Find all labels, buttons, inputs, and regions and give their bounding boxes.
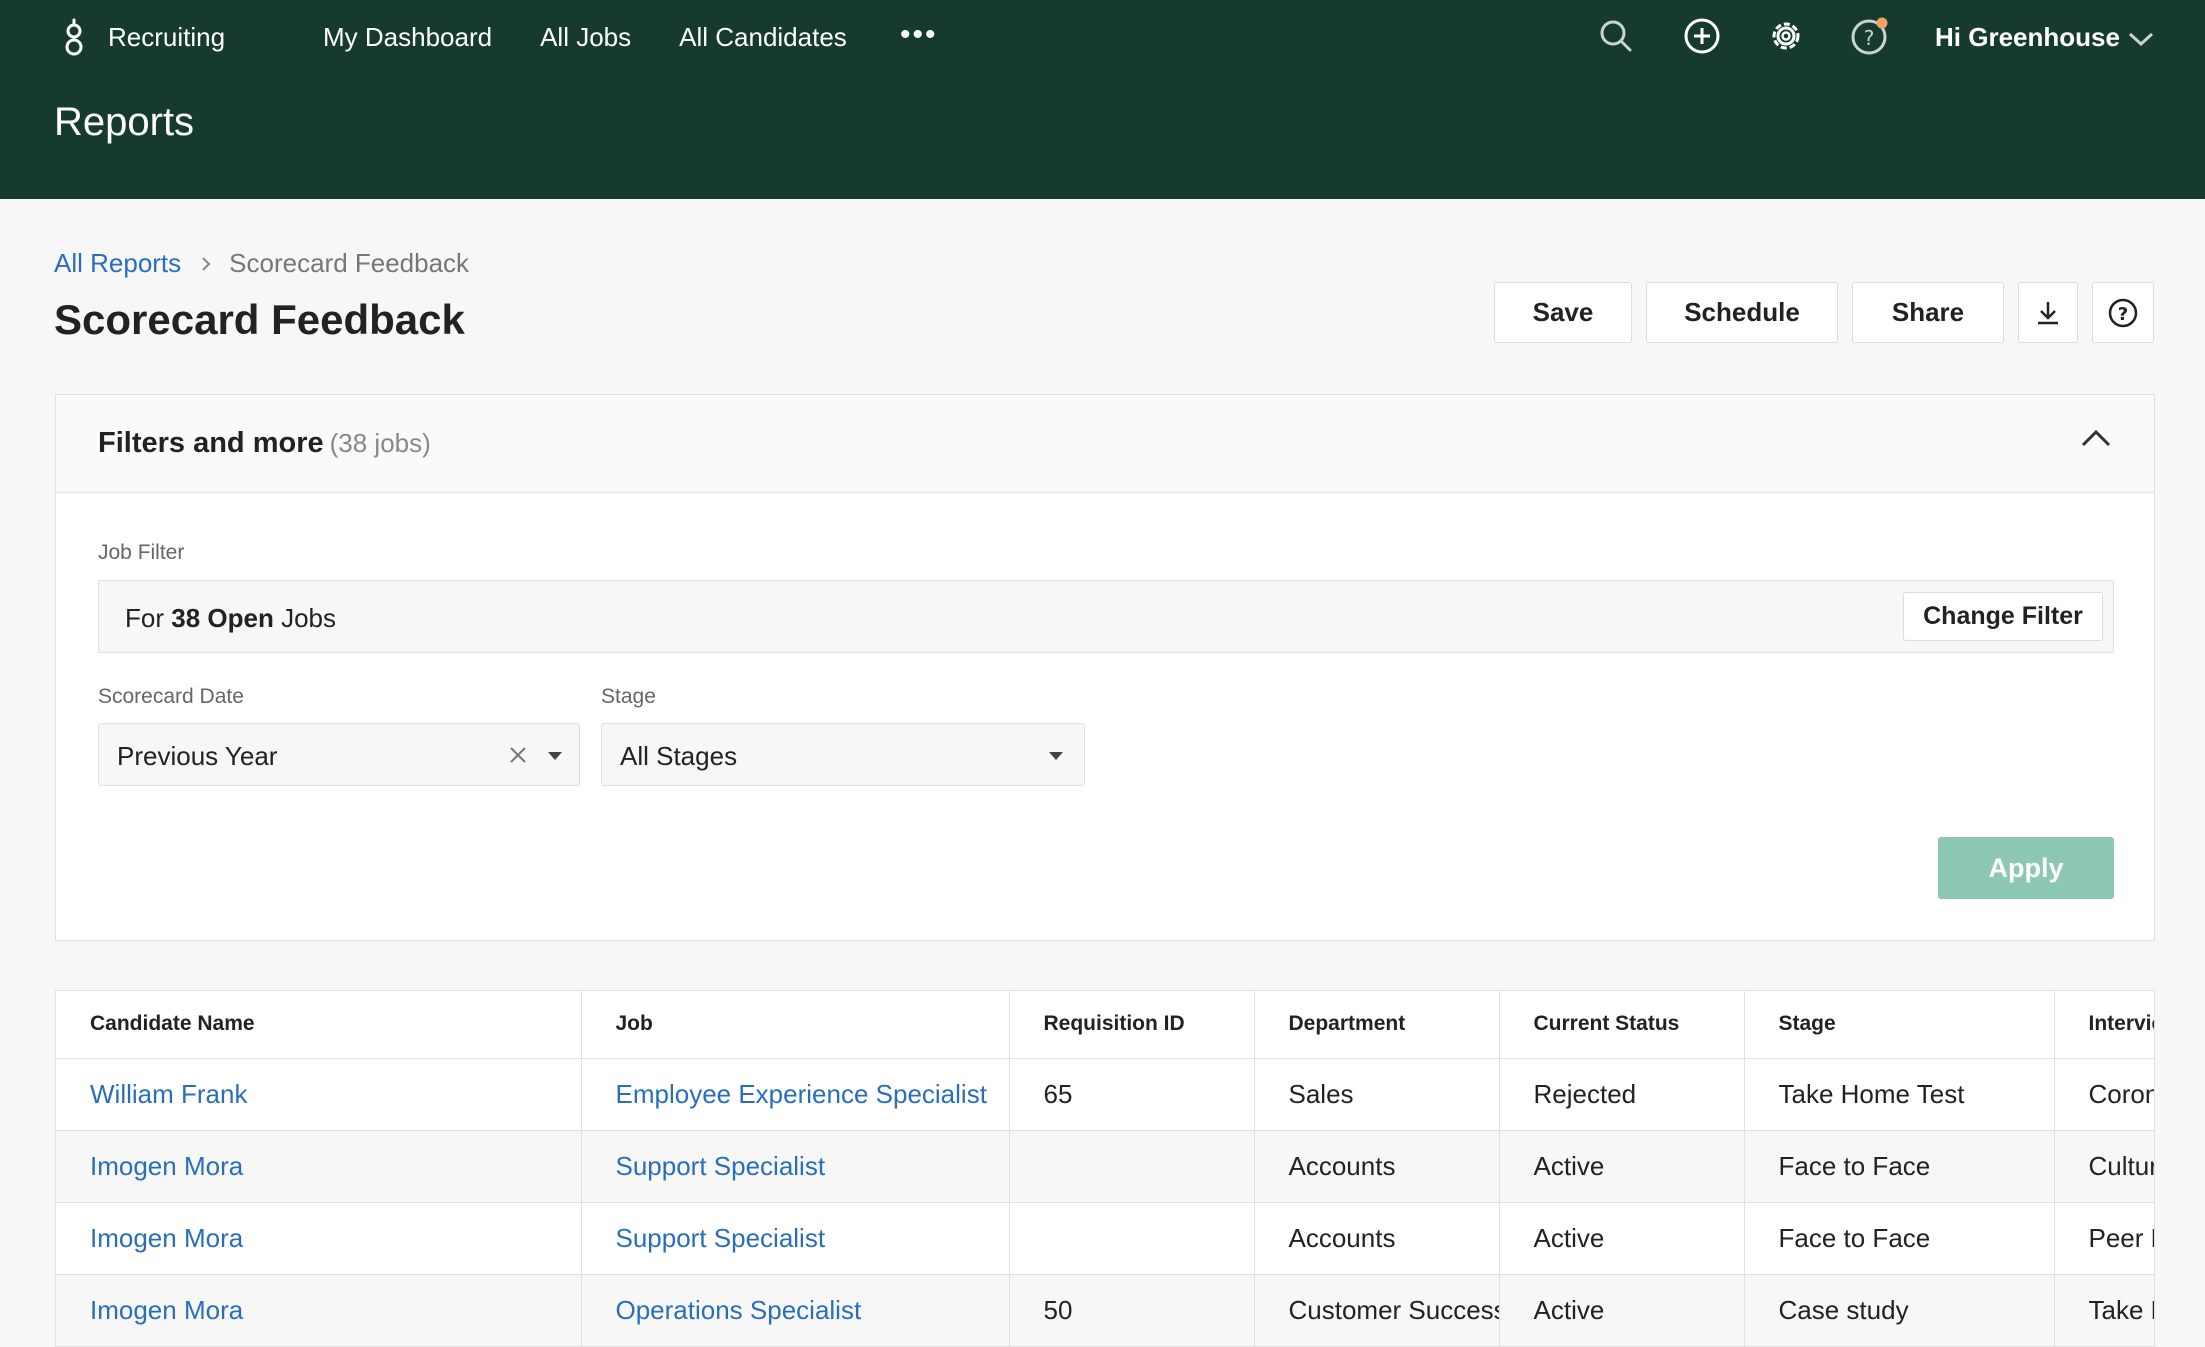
interview-cell: Take Home: [2054, 1274, 2154, 1347]
nav-all-jobs[interactable]: All Jobs: [540, 22, 631, 53]
table-row: Imogen Mora Support Specialist Accounts …: [56, 1202, 2154, 1275]
job-filter-box: For 38 Open Jobs Change Filter: [98, 580, 2114, 653]
page-title: Scorecard Feedback: [54, 296, 465, 343]
caret-down-icon: [1049, 752, 1063, 760]
add-icon[interactable]: [1682, 16, 1722, 56]
filters-title-text: Filters and more: [98, 427, 324, 459]
candidate-name-link[interactable]: Imogen Mora: [56, 1274, 582, 1347]
requisition-id-cell: [1009, 1202, 1255, 1275]
filters-job-count: (38 jobs): [329, 428, 431, 458]
department-cell: Accounts: [1254, 1202, 1500, 1275]
nav-my-dashboard[interactable]: My Dashboard: [323, 22, 492, 53]
more-nav-icon[interactable]: •••: [900, 18, 938, 52]
search-icon[interactable]: [1596, 16, 1636, 56]
share-button[interactable]: Share: [1852, 282, 2004, 343]
column-header-job[interactable]: Job: [581, 991, 1010, 1059]
interview-cell: Culture: [2054, 1130, 2154, 1203]
report-help-button[interactable]: ?: [2092, 282, 2154, 343]
job-filter-suffix: Jobs: [281, 603, 336, 633]
job-link[interactable]: Operations Specialist: [581, 1274, 1010, 1347]
department-cell: Sales: [1254, 1058, 1500, 1131]
filters-panel: Filters and more (38 jobs) Job Filter For…: [55, 394, 2155, 941]
department-cell: Customer Success: [1254, 1274, 1500, 1347]
requisition-id-cell: 65: [1009, 1058, 1255, 1131]
change-filter-button[interactable]: Change Filter: [1903, 592, 2103, 641]
scorecard-date-value: Previous Year: [117, 741, 278, 771]
apply-button[interactable]: Apply: [1938, 837, 2114, 899]
nav-all-candidates[interactable]: All Candidates: [679, 22, 847, 53]
breadcrumb-all-reports[interactable]: All Reports: [54, 248, 181, 279]
column-header-requisition-id[interactable]: Requisition ID: [1009, 991, 1255, 1059]
page-heading: Reports: [54, 100, 195, 144]
table-header-row: Candidate Name Job Requisition ID Depart…: [56, 991, 2154, 1059]
user-menu[interactable]: Hi Greenhouse: [1935, 22, 2120, 53]
breadcrumb: All Reports Scorecard Feedback: [54, 248, 469, 279]
job-link[interactable]: Support Specialist: [581, 1202, 1010, 1275]
filters-title: Filters and more (38 jobs): [98, 427, 431, 460]
report-table: Candidate Name Job Requisition ID Depart…: [56, 991, 2154, 1347]
table-row: William Frank Employee Experience Specia…: [56, 1058, 2154, 1131]
chevron-up-icon[interactable]: [2078, 423, 2114, 453]
job-filter-summary: For 38 Open Jobs: [125, 603, 336, 634]
table-row: Imogen Mora Operations Specialist 50 Cus…: [56, 1274, 2154, 1347]
table-row: Imogen Mora Support Specialist Accounts …: [56, 1130, 2154, 1203]
svg-text:?: ?: [2118, 304, 2128, 325]
candidate-name-link[interactable]: Imogen Mora: [56, 1202, 582, 1275]
interview-cell: Peer Review: [2054, 1202, 2154, 1275]
interview-cell: Coronavirus: [2054, 1058, 2154, 1131]
save-button[interactable]: Save: [1494, 282, 1632, 343]
stage-cell: Case study: [1744, 1274, 2055, 1347]
download-button[interactable]: [2018, 282, 2078, 343]
status-cell: Active: [1499, 1130, 1745, 1203]
question-circle-icon: ?: [2108, 298, 2138, 327]
stage-cell: Face to Face: [1744, 1130, 2055, 1203]
breadcrumb-current: Scorecard Feedback: [229, 248, 470, 278]
scorecard-date-label: Scorecard Date: [98, 685, 244, 708]
job-filter-prefix: For: [125, 603, 164, 633]
column-header-stage[interactable]: Stage: [1744, 991, 2055, 1059]
help-icon[interactable]: ?: [1850, 16, 1890, 56]
chevron-down-icon[interactable]: [2126, 28, 2156, 50]
download-icon: [2038, 301, 2058, 324]
app-name[interactable]: Recruiting: [108, 22, 225, 53]
stage-select[interactable]: All Stages: [601, 723, 1085, 786]
caret-down-icon: [548, 752, 562, 760]
settings-icon[interactable]: [1766, 16, 1806, 56]
requisition-id-cell: 50: [1009, 1274, 1255, 1347]
chevron-right-icon: [202, 256, 211, 271]
stage-cell: Take Home Test: [1744, 1058, 2055, 1131]
column-header-candidate-name[interactable]: Candidate Name: [56, 991, 582, 1059]
main-nav: My Dashboard All Jobs All Candidates: [323, 22, 895, 53]
report-table-container[interactable]: Candidate Name Job Requisition ID Depart…: [55, 990, 2155, 1347]
status-cell: Active: [1499, 1274, 1745, 1347]
job-link[interactable]: Support Specialist: [581, 1130, 1010, 1203]
top-bar: Recruiting My Dashboard All Jobs All Can…: [0, 0, 2205, 199]
candidate-name-link[interactable]: William Frank: [56, 1058, 582, 1131]
status-cell: Rejected: [1499, 1058, 1745, 1131]
stage-cell: Face to Face: [1744, 1202, 2055, 1275]
status-cell: Active: [1499, 1202, 1745, 1275]
stage-value: All Stages: [620, 741, 738, 771]
greenhouse-logo-icon[interactable]: [56, 18, 92, 58]
column-header-department[interactable]: Department: [1254, 991, 1500, 1059]
column-header-interview[interactable]: Interview: [2054, 991, 2154, 1059]
requisition-id-cell: [1009, 1130, 1255, 1203]
clear-icon[interactable]: [507, 744, 529, 766]
candidate-name-link[interactable]: Imogen Mora: [56, 1130, 582, 1203]
department-cell: Accounts: [1254, 1130, 1500, 1203]
job-link[interactable]: Employee Experience Specialist: [581, 1058, 1010, 1131]
svg-text:?: ?: [1864, 26, 1875, 50]
schedule-button[interactable]: Schedule: [1646, 282, 1838, 343]
job-filter-label: Job Filter: [98, 541, 185, 564]
stage-label: Stage: [601, 685, 656, 708]
job-filter-count: 38 Open: [171, 603, 274, 633]
column-header-current-status[interactable]: Current Status: [1499, 991, 1745, 1059]
filters-header[interactable]: Filters and more (38 jobs): [56, 395, 2154, 493]
scorecard-date-select[interactable]: Previous Year: [98, 723, 580, 786]
